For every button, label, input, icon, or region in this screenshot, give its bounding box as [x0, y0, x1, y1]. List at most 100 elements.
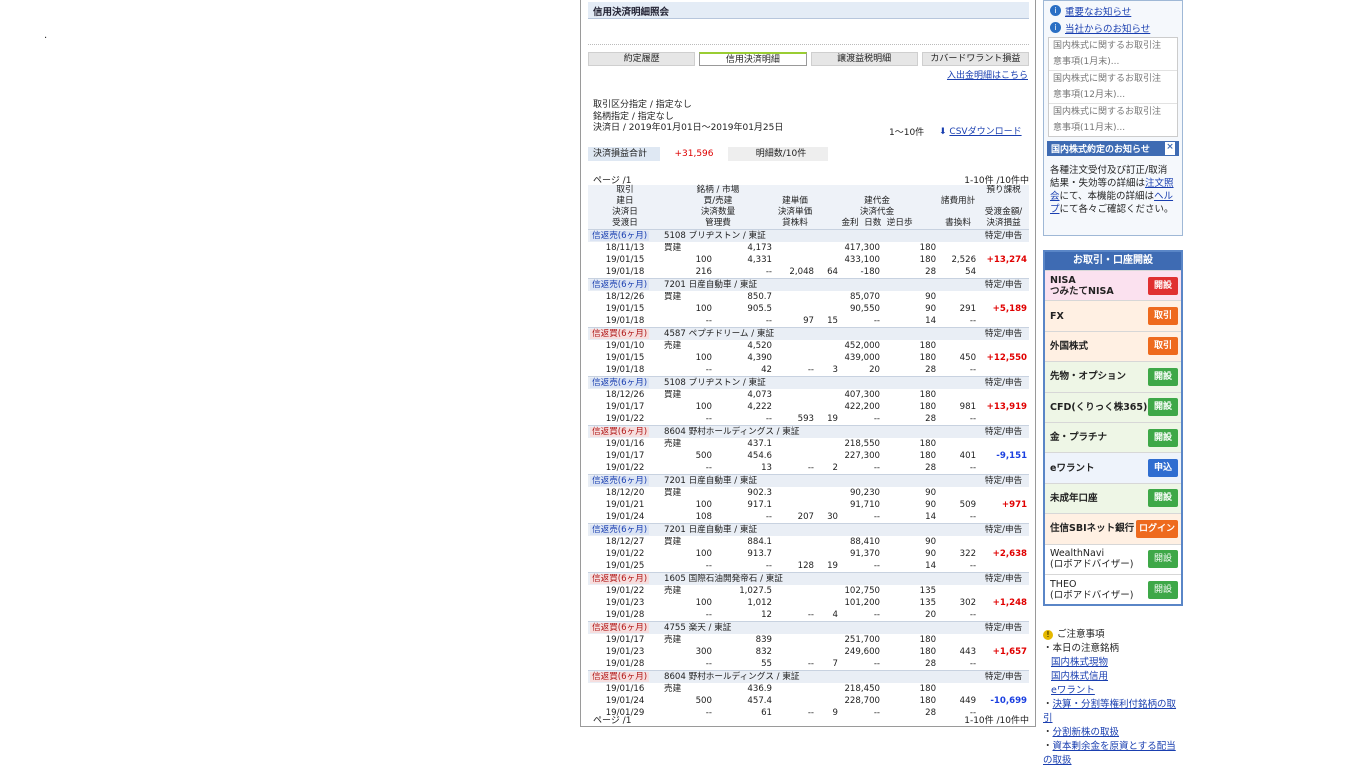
account-name-line: eワラント — [1050, 462, 1095, 474]
reverse-daily-fee: -- — [873, 316, 881, 326]
position-side: 買建 — [664, 390, 682, 400]
tab-covered-warrant[interactable]: カバードワラント損益 — [921, 52, 1029, 66]
caution-link-ewarrant[interactable]: eワラント — [1051, 685, 1095, 696]
lending-fee: -- — [765, 512, 773, 522]
notice-item[interactable]: 国内株式に関するお取引注 意事項(12月末)... — [1049, 71, 1177, 104]
table-row-header: 信返売(6ヶ月) 5108 ブリヂストン / 東証 特定/申告 — [588, 376, 1030, 389]
trade-kind-badge[interactable]: 信返買(6ヶ月) — [590, 672, 650, 682]
symbol-condition: 銘柄指定 / 指定なし — [593, 111, 674, 122]
settle-amount: 101,200 — [844, 598, 881, 608]
tab-capital-gains-tax[interactable]: 譲渡益税明細 — [810, 52, 918, 66]
open-date: 19/01/16 — [605, 439, 645, 449]
table-cell — [978, 438, 1029, 450]
table-cell — [938, 536, 978, 548]
account-name: 金・プラチナ — [1050, 432, 1107, 443]
trade-kind-badge[interactable]: 信返売(6ヶ月) — [590, 378, 650, 388]
table-cell — [978, 340, 1029, 352]
csv-download-link[interactable]: CSVダウンロード — [949, 127, 1021, 137]
days: 64 — [827, 267, 839, 277]
table-row: 19/01/15 100 4,331 433,100 180 2,526 +13,274 — [588, 254, 1029, 266]
table-row: 18/12/20 買建 902.3 90,230 90 — [588, 487, 1029, 499]
open-amount: 407,300 — [844, 390, 881, 400]
tax-category: 特定/申告 — [978, 278, 1030, 291]
table-row: 18/12/26 買建 850.7 85,070 90 — [588, 291, 1029, 303]
caution-link-split[interactable]: 分割新株の取扱 — [1053, 727, 1120, 738]
tab-credit-settlement[interactable]: 信用決済明細 — [699, 52, 807, 66]
management-fee: -- — [705, 659, 712, 669]
notice-item[interactable]: 国内株式に関するお取引注 意事項(1月末)... — [1049, 38, 1177, 71]
account-name-line: WealthNavi — [1050, 548, 1105, 560]
account-action-button[interactable]: 申込 — [1148, 459, 1178, 478]
account-action-button[interactable]: 開設 — [1148, 398, 1178, 417]
table-row: 19/01/22 売建 1,027.5 102,750 135 — [588, 585, 1029, 597]
trade-kind-badge[interactable]: 信返売(6ヶ月) — [590, 231, 650, 241]
table-row: 19/01/22 -- -- 593 19 -- 28 -- — [588, 413, 1029, 426]
deposit-withdrawal-link[interactable]: 入出金明細はこちら — [947, 68, 1028, 81]
account-action-button[interactable]: 開設 — [1148, 428, 1178, 447]
caution-link-domestic-cash[interactable]: 国内株式現物 — [1051, 657, 1108, 668]
account-action-button[interactable]: 開設 — [1148, 276, 1178, 295]
important-notice-link[interactable]: 重要なお知らせ — [1065, 4, 1131, 18]
settle-price: 4,390 — [747, 353, 773, 363]
account-name: CFD(くりっく株365) — [1050, 402, 1147, 413]
company-notice[interactable]: i 当社からのお知らせ — [1050, 18, 1176, 37]
management-fee: -- — [705, 610, 712, 620]
trade-kind-badge[interactable]: 信返売(6ヶ月) — [590, 280, 650, 290]
days: 15 — [827, 316, 839, 326]
rewrite-fee: -- — [969, 316, 977, 326]
settle-price: 1,012 — [747, 598, 773, 608]
caution-link-domestic-margin[interactable]: 国内株式信用 — [1051, 671, 1108, 682]
interest: -- — [807, 365, 815, 375]
trade-kind: 信返買(6ヶ月) — [588, 425, 662, 438]
trade-kind-badge[interactable]: 信返買(6ヶ月) — [590, 574, 650, 584]
company-notice-link[interactable]: 当社からのお知らせ — [1065, 21, 1150, 35]
settle-qty: 100 — [695, 304, 712, 314]
open-amount: 85,070 — [849, 292, 881, 302]
caution-link-rights[interactable]: 決算・分割等権利付銘柄の取引 — [1043, 699, 1176, 724]
trade-kind: 信返買(6ヶ月) — [588, 670, 662, 683]
account-action-button[interactable]: ログイン — [1136, 519, 1178, 538]
account-name-line: CFD(くりっく株365) — [1050, 401, 1148, 413]
trade-kind-badge[interactable]: 信返売(6ヶ月) — [590, 476, 650, 486]
account-name-line: (ロボアドバイザー) — [1050, 589, 1134, 601]
trade-kind-badge[interactable]: 信返買(6ヶ月) — [590, 427, 650, 437]
settle-date: 19/01/17 — [605, 451, 645, 461]
symbol-name: 1605 国際石油開発帝石 / 東証 — [662, 572, 979, 585]
caution-link-capital-surplus[interactable]: 資本剰余金を原資とする配当の取扱 — [1043, 741, 1176, 766]
reverse-daily-fee: -- — [873, 414, 881, 424]
settle-fee: 180 — [919, 402, 937, 412]
account-name-line: 金・プラチナ — [1050, 432, 1108, 444]
tab-trade-history[interactable]: 約定履歴 — [588, 52, 696, 66]
divider — [588, 44, 1029, 45]
profit-loss: +1,248 — [992, 598, 1028, 608]
account-action-button[interactable]: 開設 — [1148, 489, 1178, 508]
open-amount: 90,230 — [849, 488, 881, 498]
lending-fee: 42 — [761, 365, 773, 375]
trade-kind-badge[interactable]: 信返売(6ヶ月) — [590, 525, 650, 535]
account-action-button[interactable]: 取引 — [1148, 337, 1178, 356]
table-row: 19/01/18 -- 42 -- 3 20 28 -- — [588, 364, 1029, 377]
table-row-header: 信返売(6ヶ月) 5108 ブリヂストン / 東証 特定/申告 — [588, 229, 1030, 242]
close-icon[interactable]: × — [1165, 142, 1175, 155]
account-name-line: FX — [1050, 310, 1064, 322]
interest: 2,048 — [789, 267, 815, 277]
account-action-button[interactable]: 取引 — [1148, 307, 1178, 326]
account-action-button[interactable]: 開設 — [1148, 550, 1178, 569]
open-price: 4,073 — [747, 390, 773, 400]
settle-date: 19/01/22 — [605, 549, 645, 559]
account-action-button[interactable]: 開設 — [1148, 367, 1178, 386]
table-row: 19/01/22 -- 13 -- 2 -- 28 -- — [588, 462, 1029, 475]
settle-amount: 90,550 — [849, 304, 881, 314]
table-row-header: 信返買(6ヶ月) 1605 国際石油開発帝石 / 東証 特定/申告 — [588, 572, 1030, 585]
account-action-button[interactable]: 開設 — [1148, 580, 1178, 599]
settle-amount: 227,300 — [844, 451, 881, 461]
settle-amount: 422,200 — [844, 402, 881, 412]
trade-kind-badge[interactable]: 信返買(6ヶ月) — [590, 623, 650, 633]
settle-price: 905.5 — [747, 304, 773, 314]
table-row: 19/01/17 100 4,222 422,200 180 981 +13,919 — [588, 401, 1029, 413]
table-row: 19/01/16 売建 436.9 218,450 180 — [588, 683, 1029, 695]
csv-download[interactable]: ⬇ CSVダウンロード — [939, 124, 1022, 137]
pager-bottom: ページ /1 1-10件 /10件中 — [593, 713, 1033, 726]
notice-item[interactable]: 国内株式に関するお取引注 意事項(11月末)... — [1049, 104, 1177, 136]
trade-kind-badge[interactable]: 信返買(6ヶ月) — [590, 329, 650, 339]
